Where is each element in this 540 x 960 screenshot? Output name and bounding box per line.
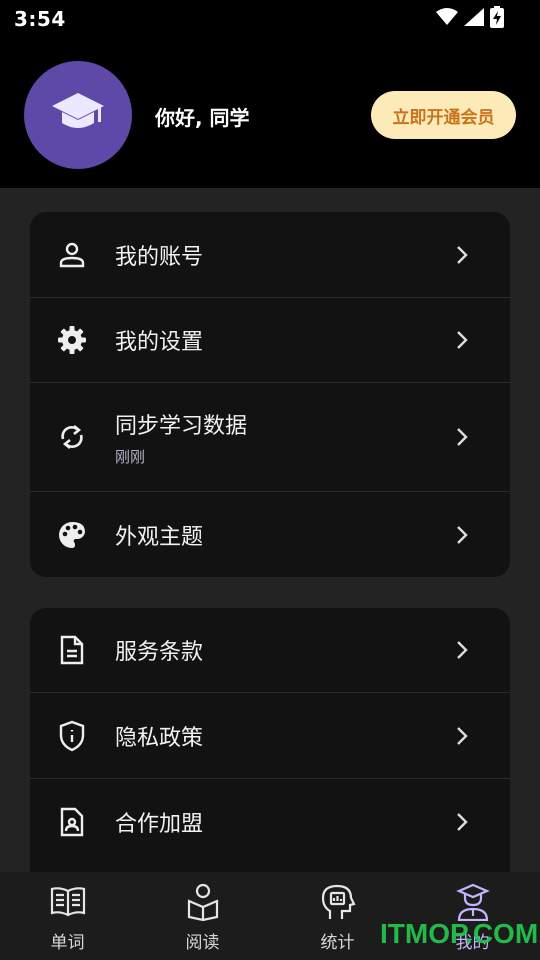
menu-item-text: 我的账号 bbox=[115, 239, 203, 271]
greeting-text: 你好, 同学 bbox=[155, 106, 250, 130]
menu-item-label: 外观主题 bbox=[115, 524, 204, 550]
reader-icon bbox=[183, 882, 223, 922]
menu-item-theme[interactable]: 外观主题 bbox=[30, 492, 510, 577]
chevron-right-icon bbox=[454, 329, 470, 351]
nav-tab-label: 单词 bbox=[50, 933, 85, 953]
menu-item-label: 合作加盟 bbox=[115, 812, 204, 837]
menu-item-partnership[interactable]: 合作加盟 bbox=[30, 779, 510, 865]
wifi-icon bbox=[436, 8, 458, 30]
menu-item-account[interactable]: 我的账号 bbox=[30, 212, 510, 298]
shield-icon bbox=[56, 720, 88, 752]
vip-subscribe-button[interactable]: 立即开通会员 bbox=[371, 91, 516, 139]
menu-item-text: 服务条款 bbox=[115, 634, 203, 666]
nav-tab-label: 统计 bbox=[320, 933, 355, 953]
graduation-cap-icon bbox=[51, 91, 105, 139]
book-icon bbox=[48, 882, 88, 922]
menu-item-label: 服务条款 bbox=[115, 640, 204, 665]
menu-item-text: 合作加盟 bbox=[115, 806, 203, 838]
chevron-right-icon bbox=[454, 524, 470, 546]
brain-chart-icon bbox=[318, 882, 358, 922]
menu-item-text: 外观主题 bbox=[115, 519, 203, 551]
student-icon bbox=[453, 882, 493, 922]
nav-tab-label: 阅读 bbox=[185, 933, 220, 953]
menu-item-text: 同步学习数据 刚刚 bbox=[115, 408, 247, 467]
menu-item-label: 隐私政策 bbox=[115, 725, 204, 751]
nav-tab-reading[interactable]: 阅读 bbox=[135, 872, 270, 960]
person-icon bbox=[56, 239, 88, 271]
palette-icon bbox=[56, 519, 88, 551]
menu-item-label: 我的账号 bbox=[115, 244, 204, 270]
settings-card: 我的账号 我的设置 同步学习数据 刚刚 外观主题 bbox=[30, 212, 510, 577]
menu-item-label: 同步学习数据 bbox=[115, 413, 248, 439]
menu-item-sync[interactable]: 同步学习数据 刚刚 bbox=[30, 383, 510, 492]
nav-tab-words[interactable]: 单词 bbox=[0, 872, 135, 960]
status-icons bbox=[436, 6, 504, 32]
menu-item-label: 我的设置 bbox=[115, 330, 204, 355]
contact-card-icon bbox=[56, 806, 88, 838]
signal-icon bbox=[464, 8, 484, 30]
chevron-right-icon bbox=[454, 725, 470, 747]
chevron-right-icon bbox=[454, 639, 470, 661]
status-time: 3:54 bbox=[14, 7, 66, 31]
menu-item-privacy[interactable]: 隐私政策 bbox=[30, 693, 510, 779]
menu-item-terms[interactable]: 服务条款 bbox=[30, 608, 510, 693]
screen: 3:54 你好, 同学 立即开通会员 我的账号 我的设置 同步学习数据 刚刚 外… bbox=[0, 0, 540, 960]
chevron-right-icon bbox=[454, 426, 470, 448]
avatar[interactable] bbox=[24, 61, 132, 169]
watermark-logo: ITMOP.COM bbox=[380, 918, 539, 949]
menu-item-text: 我的设置 bbox=[115, 324, 203, 356]
sync-status-text: 刚刚 bbox=[115, 447, 146, 466]
chevron-right-icon bbox=[454, 811, 470, 833]
battery-charging-icon bbox=[490, 6, 504, 32]
menu-item-text: 隐私政策 bbox=[115, 720, 203, 752]
menu-item-settings[interactable]: 我的设置 bbox=[30, 298, 510, 383]
gear-icon bbox=[56, 324, 88, 356]
document-icon bbox=[56, 634, 88, 666]
sync-icon bbox=[56, 421, 88, 453]
chevron-right-icon bbox=[454, 244, 470, 266]
status-bar: 3:54 bbox=[0, 0, 540, 38]
profile-header: 你好, 同学 立即开通会员 bbox=[0, 38, 540, 188]
legal-card: 服务条款 隐私政策 合作加盟 bbox=[30, 608, 510, 888]
